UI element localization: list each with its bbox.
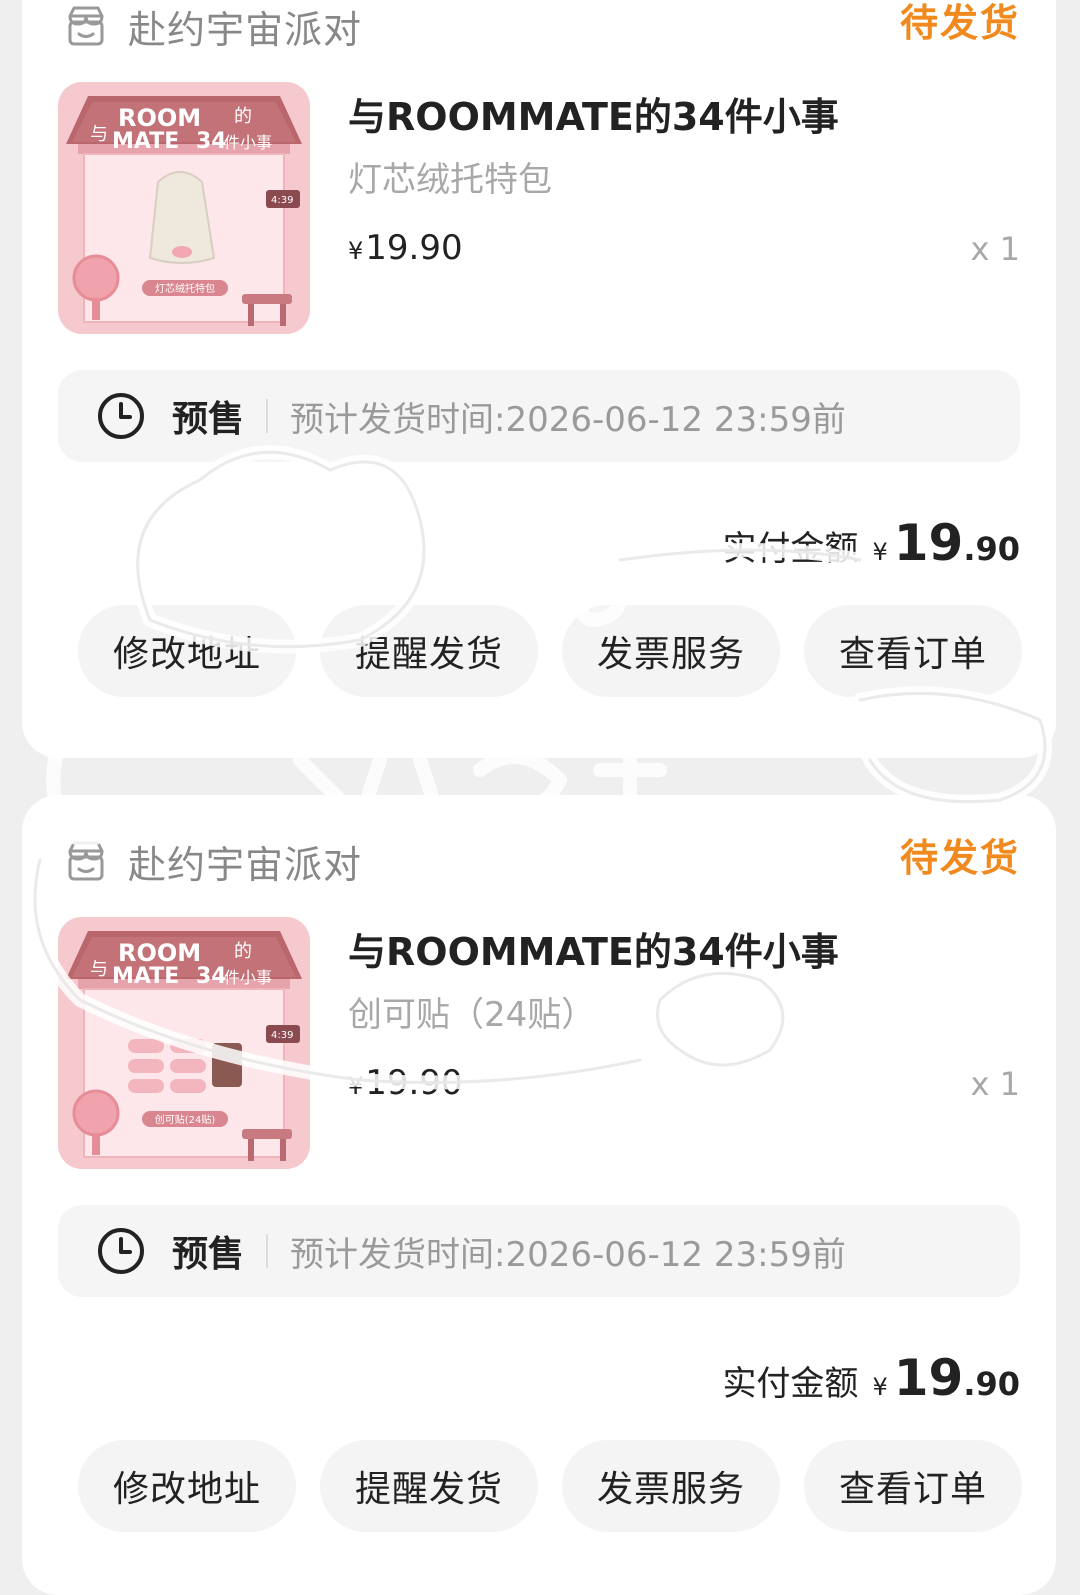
thumb-clock-text: 4:39 xyxy=(271,195,293,206)
thumb-caption: 创可贴(24贴) xyxy=(155,1113,216,1126)
ship-time-text: 预计发货时间:2026-06-12 23:59前 xyxy=(290,1234,846,1275)
thumb-art-room: ROOM xyxy=(118,939,201,967)
paid-decimal: .90 xyxy=(963,530,1020,568)
remind-shipping-button[interactable]: 提醒发货 xyxy=(320,1440,538,1532)
thumb-art-mate: MATE xyxy=(112,964,179,989)
shop-header[interactable]: 赴约宇宙派对 xyxy=(62,831,362,891)
paid-integer: 19 xyxy=(893,514,964,572)
thumb-art-de: 的 xyxy=(234,941,252,962)
order-card[interactable]: 赴约宇宙派对 待发货 ROOM MATE 与 的 34 件小事 4:39 创可贴… xyxy=(22,795,1056,1595)
view-order-button[interactable]: 查看订单 xyxy=(804,1440,1022,1532)
divider xyxy=(266,399,269,433)
paid-amount: 实付金额 ¥ 19 .90 xyxy=(722,514,1020,572)
product-title[interactable]: 与ROOMMATE的34件小事 xyxy=(348,921,839,976)
product-quantity: x 1 xyxy=(970,1065,1020,1103)
clock-icon xyxy=(98,393,144,439)
paid-label: 实付金额 xyxy=(722,1364,859,1404)
thumb-art-room: ROOM xyxy=(118,104,201,132)
product-thumbnail[interactable]: ROOM MATE 与 的 34 件小事 4:39 灯芯绒托特包 xyxy=(58,82,310,334)
product-variant: 灯芯绒托特包 xyxy=(348,160,552,200)
product-title[interactable]: 与ROOMMATE的34件小事 xyxy=(348,86,839,141)
bandage-grid xyxy=(128,1039,242,1093)
thumb-art-mate: MATE xyxy=(112,129,179,154)
order-status: 待发货 xyxy=(899,836,1020,880)
remind-shipping-button[interactable]: 提醒发货 xyxy=(320,605,538,697)
view-order-button[interactable]: 查看订单 xyxy=(804,605,1022,697)
paid-integer: 19 xyxy=(893,1349,964,1407)
presale-label: 预售 xyxy=(172,399,245,440)
invoice-service-button[interactable]: 发票服务 xyxy=(562,605,780,697)
ship-time-text: 预计发货时间:2026-06-12 23:59前 xyxy=(290,399,846,440)
thumb-clock-text: 4:39 xyxy=(271,1030,293,1041)
product-quantity: x 1 xyxy=(970,230,1020,268)
modify-address-button[interactable]: 修改地址 xyxy=(78,1440,296,1532)
invoice-service-button[interactable]: 发票服务 xyxy=(562,1440,780,1532)
price-value: 19.90 xyxy=(365,228,463,268)
shop-name: 赴约宇宙派对 xyxy=(128,842,363,887)
paid-currency: ¥ xyxy=(872,538,888,566)
order-card[interactable]: 赴约宇宙派对 待发货 ROOM MATE 与 的 34 件小事 4:39 灯芯绒… xyxy=(22,0,1056,758)
thumb-art-with: 与 xyxy=(90,124,108,145)
action-buttons: 修改地址 提醒发货 发票服务 查看订单 xyxy=(78,605,1022,697)
paid-label: 实付金额 xyxy=(722,529,859,569)
modify-address-button[interactable]: 修改地址 xyxy=(78,605,296,697)
clock-icon xyxy=(98,1228,144,1274)
thumb-art-num: 34 xyxy=(196,129,227,154)
presale-info: 预售 预计发货时间:2026-06-12 23:59前 xyxy=(58,1205,1020,1297)
currency-symbol: ¥ xyxy=(348,1072,364,1100)
product-price: ¥19.90 xyxy=(348,228,463,268)
order-status: 待发货 xyxy=(899,1,1020,45)
thumb-art-num: 34 xyxy=(196,964,227,989)
shop-icon xyxy=(68,6,104,46)
shop-icon xyxy=(68,841,104,881)
product-image: ROOM MATE 与 的 34 件小事 4:39 灯芯绒托特包 xyxy=(58,82,310,334)
product-image: ROOM MATE 与 的 34 件小事 4:39 创可贴(24贴) xyxy=(58,917,310,1169)
thumb-caption: 灯芯绒托特包 xyxy=(155,282,215,295)
paid-decimal: .90 xyxy=(963,1365,1020,1403)
shop-name: 赴约宇宙派对 xyxy=(128,7,363,52)
presale-label: 预售 xyxy=(172,1234,245,1275)
action-buttons: 修改地址 提醒发货 发票服务 查看订单 xyxy=(78,1440,1022,1532)
thumb-art-jian: 件小事 xyxy=(224,133,272,152)
divider xyxy=(266,1234,269,1268)
thumb-art-with: 与 xyxy=(90,959,108,980)
paid-amount: 实付金额 ¥ 19 .90 xyxy=(722,1349,1020,1407)
product-price: ¥19.90 xyxy=(348,1063,463,1103)
price-value: 19.90 xyxy=(365,1063,463,1103)
shop-header[interactable]: 赴约宇宙派对 xyxy=(62,0,362,56)
presale-info: 预售 预计发货时间:2026-06-12 23:59前 xyxy=(58,370,1020,462)
thumb-art-jian: 件小事 xyxy=(224,968,272,987)
thumb-art-de: 的 xyxy=(234,106,252,127)
product-variant: 创可贴（24贴） xyxy=(348,995,596,1035)
paid-currency: ¥ xyxy=(872,1373,888,1401)
product-thumbnail[interactable]: ROOM MATE 与 的 34 件小事 4:39 创可贴(24贴) xyxy=(58,917,310,1169)
currency-symbol: ¥ xyxy=(348,237,364,265)
